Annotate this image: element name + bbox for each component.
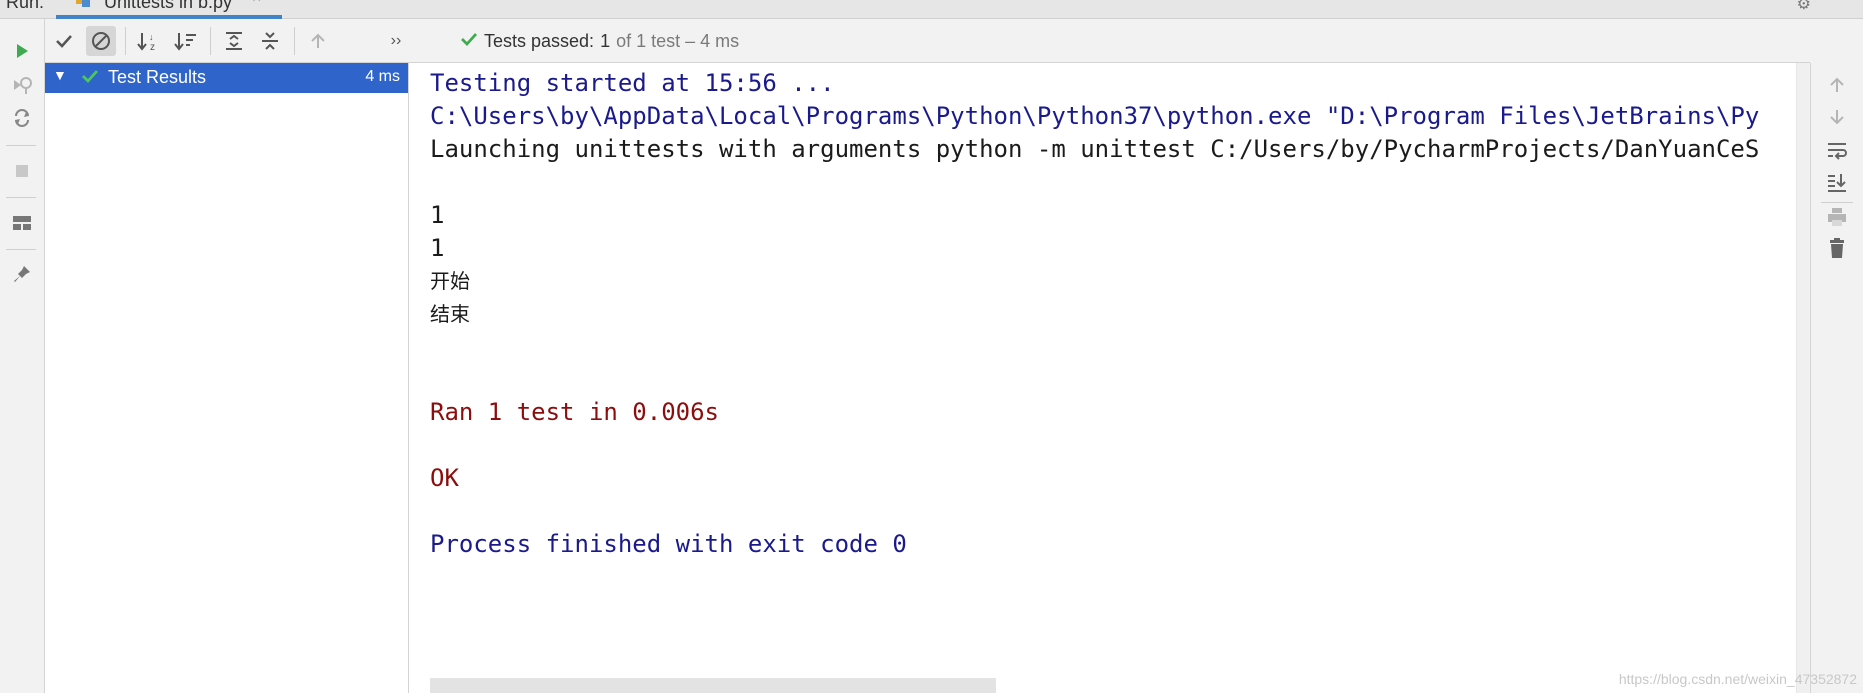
rerun-failed-icon[interactable] (10, 73, 34, 97)
stop-icon[interactable] (10, 159, 34, 183)
console-line: 开始 (430, 269, 470, 293)
divider (6, 249, 36, 250)
tree-label: Test Results (108, 67, 207, 87)
print-icon[interactable] (1825, 205, 1849, 229)
scroll-down-icon[interactable] (1825, 105, 1849, 129)
watermark: https://blog.csdn.net/weixin_47352872 (1618, 671, 1857, 687)
horizontal-scrollbar[interactable] (430, 678, 996, 693)
more-actions-icon[interactable]: ›› (381, 26, 411, 56)
expand-arrow-icon[interactable]: ▼ (53, 67, 67, 83)
previous-failed-icon[interactable] (303, 26, 333, 56)
svg-text:↓: ↓ (149, 32, 154, 42)
status-passed-label: Tests passed: (484, 30, 595, 51)
console-line: OK (430, 464, 459, 492)
test-results-tree: ▼ Test Results 4 ms (45, 63, 409, 693)
show-passed-icon[interactable] (49, 26, 79, 56)
console-line: 结束 (430, 302, 470, 326)
divider (6, 197, 36, 198)
tree-duration: 4 ms (365, 68, 400, 85)
tab-label: Unittests in b.py (104, 0, 233, 12)
sort-alpha-icon[interactable]: ↓ z (134, 26, 164, 56)
divider (294, 27, 295, 55)
console-line: Testing started at 15:56 ... (430, 69, 835, 97)
gear-icon[interactable]: ⚙ (1797, 0, 1811, 14)
layout-icon[interactable] (10, 211, 34, 235)
vertical-scrollbar[interactable] (1796, 63, 1809, 693)
status-count: 1 (600, 30, 611, 51)
collapse-all-icon[interactable] (255, 26, 285, 56)
toggle-auto-test-icon[interactable] (10, 106, 34, 130)
divider (6, 145, 36, 146)
sort-duration-icon[interactable] (171, 26, 201, 56)
console-line: 1 (430, 234, 445, 262)
tab-unittests[interactable]: Unittests in b.py × (56, 0, 282, 19)
divider (210, 27, 211, 55)
trash-icon[interactable] (1825, 236, 1849, 260)
run-label: Run: (6, 0, 45, 12)
console-line: Launching unittests with arguments pytho… (430, 135, 1760, 163)
right-toolbar (1810, 63, 1863, 693)
divider (125, 27, 126, 55)
soft-wrap-icon[interactable] (1825, 138, 1849, 162)
show-ignored-icon[interactable] (86, 26, 116, 56)
console-line: Process finished with exit code 0 (430, 530, 907, 558)
svg-text:z: z (150, 42, 155, 52)
pin-icon[interactable] (10, 262, 34, 286)
left-toolbar (0, 19, 45, 693)
scroll-to-end-icon[interactable] (1825, 170, 1849, 194)
test-status: Tests passed: 1 of 1 test – 4 ms (460, 26, 739, 56)
console-line: C:\Users\by\AppData\Local\Programs\Pytho… (430, 102, 1760, 130)
console-line: 1 (430, 201, 445, 229)
tree-row-test-results[interactable]: ▼ Test Results 4 ms (45, 63, 408, 93)
close-icon[interactable]: × (252, 0, 261, 8)
check-icon (460, 30, 478, 53)
status-summary: of 1 test – 4 ms (616, 30, 740, 51)
run-icon[interactable] (10, 39, 34, 63)
test-toolbar: ↓ z ›› Tests passed: 1 of 1 test – 4 ms (45, 19, 1810, 63)
console-output[interactable]: Testing started at 15:56 ... C:\Users\by… (409, 63, 1809, 693)
divider (1821, 202, 1853, 203)
check-icon (81, 67, 99, 90)
run-tabs-bar: Run: Unittests in b.py × ⚙ (0, 0, 1863, 19)
expand-all-icon[interactable] (219, 26, 249, 56)
python-test-icon (76, 0, 92, 8)
console-line: Ran 1 test in 0.006s (430, 398, 719, 426)
scroll-up-icon[interactable] (1825, 73, 1849, 97)
